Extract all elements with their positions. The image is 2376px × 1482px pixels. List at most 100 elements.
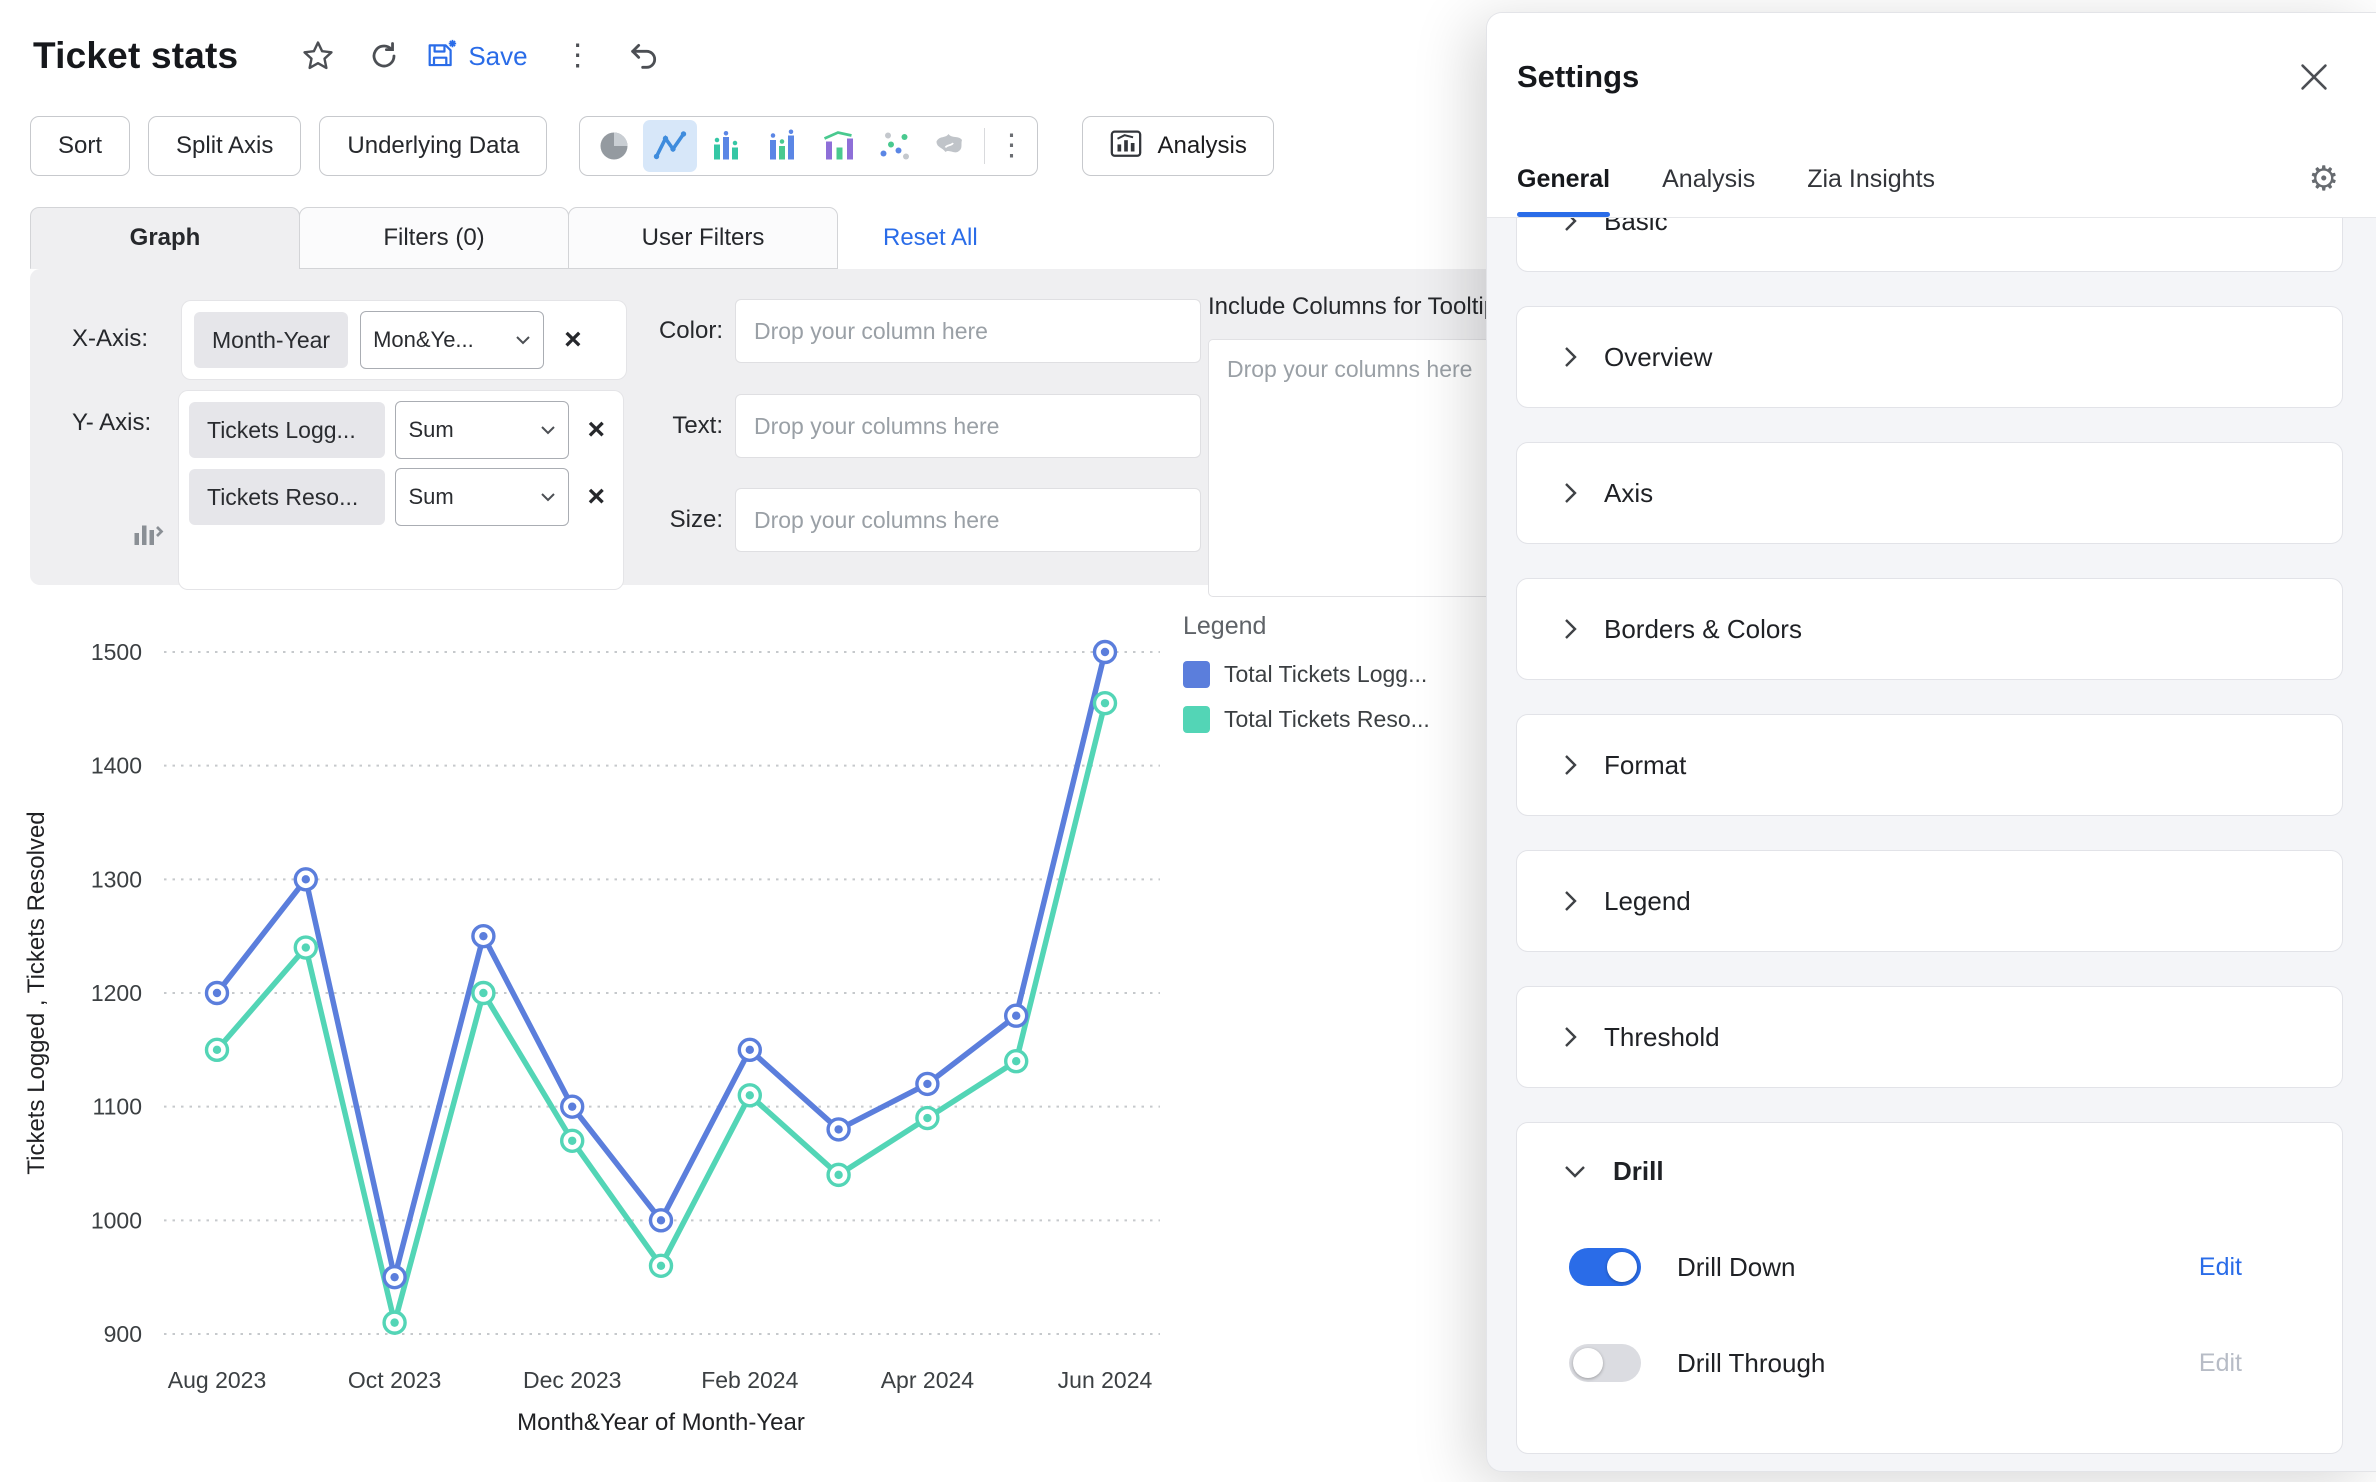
chevron-down-icon <box>540 492 556 502</box>
sort-button[interactable]: Sort <box>30 116 130 176</box>
remove-x-field-button[interactable]: × <box>556 325 590 355</box>
chart-type-group: ⋮ <box>579 116 1038 176</box>
analysis-button[interactable]: Analysis <box>1082 116 1273 176</box>
chevron-right-icon <box>1564 218 1577 232</box>
tab-user-filters[interactable]: User Filters <box>568 207 838 269</box>
y-field-chip[interactable]: Tickets Logg... <box>189 402 385 458</box>
analysis-icon <box>1109 126 1143 167</box>
drill-through-toggle[interactable] <box>1569 1344 1641 1382</box>
svg-text:Jun 2024: Jun 2024 <box>1058 1367 1153 1393</box>
svg-text:1100: 1100 <box>93 1094 142 1120</box>
x-field-chip[interactable]: Month-Year <box>194 312 348 368</box>
more-options-icon[interactable]: ⋮ <box>554 32 602 80</box>
drill-through-edit-link[interactable]: Edit <box>2199 1349 2242 1378</box>
svg-text:Oct 2023: Oct 2023 <box>348 1367 441 1393</box>
svg-text:Dec 2023: Dec 2023 <box>523 1367 621 1393</box>
chevron-right-icon <box>1564 754 1577 776</box>
svg-text:1300: 1300 <box>91 866 142 892</box>
gear-icon[interactable]: ⚙ <box>2309 162 2339 196</box>
combo-chart-icon[interactable] <box>811 120 865 172</box>
save-button[interactable]: Save <box>426 38 527 75</box>
drill-through-label: Drill Through <box>1677 1348 2199 1379</box>
section-format: Format <box>1516 714 2343 816</box>
favorite-star-icon[interactable] <box>294 32 342 80</box>
drill-down-row: Drill Down Edit <box>1517 1219 2342 1315</box>
save-label: Save <box>468 41 527 72</box>
y-field-chip[interactable]: Tickets Reso... <box>189 469 385 525</box>
split-axis-button[interactable]: Split Axis <box>148 116 301 176</box>
analysis-label: Analysis <box>1157 132 1246 160</box>
x-agg-select[interactable]: Mon&Ye... <box>360 311 544 369</box>
drill-down-label: Drill Down <box>1677 1252 2199 1283</box>
settings-tab-zia-insights[interactable]: Zia Insights <box>1807 141 1935 217</box>
include-columns-label: Include Columns for Tooltip <box>1208 293 1497 321</box>
line-chart-svg[interactable]: 900100011001200130014001500Aug 2023Oct 2… <box>0 598 1270 1478</box>
title-bar: Ticket stats Save ⋮ <box>33 24 686 88</box>
section-drill: Drill Drill Down Edit Drill Through Edit <box>1516 1122 2343 1454</box>
section-borders-colors: Borders & Colors <box>1516 578 2343 680</box>
legend-swatch <box>1183 661 1210 688</box>
chevron-down-icon <box>540 425 556 435</box>
settings-title: Settings <box>1517 59 2291 95</box>
color-label: Color: <box>603 317 723 345</box>
y-axis-label: Y- Axis: <box>72 409 151 437</box>
svg-text:Tickets Logged , Tickets Resol: Tickets Logged , Tickets Resolved <box>23 811 50 1174</box>
bar-chart-icon[interactable] <box>699 120 753 172</box>
legend-item[interactable]: Total Tickets Reso... <box>1183 706 1473 733</box>
mini-bar-chart-icon[interactable] <box>130 515 166 556</box>
text-label: Text: <box>603 412 723 440</box>
svg-text:Aug 2023: Aug 2023 <box>168 1367 266 1393</box>
section-basic: Basic <box>1516 218 2343 272</box>
legend-swatch <box>1183 706 1210 733</box>
map-chart-icon[interactable] <box>923 120 977 172</box>
section-legend: Legend <box>1516 850 2343 952</box>
svg-text:1500: 1500 <box>91 639 142 665</box>
scatter-chart-icon[interactable] <box>867 120 921 172</box>
section-threshold: Threshold <box>1516 986 2343 1088</box>
color-drop-input[interactable]: Drop your column here <box>735 299 1201 363</box>
drill-down-edit-link[interactable]: Edit <box>2199 1253 2242 1282</box>
underlying-data-button[interactable]: Underlying Data <box>319 116 547 176</box>
y-field-row: Tickets Logg... Sum × <box>189 401 613 459</box>
y-field-row: Tickets Reso... Sum × <box>189 468 613 526</box>
drill-through-row: Drill Through Edit <box>1517 1315 2342 1411</box>
app-root: Ticket stats Save ⋮ <box>0 0 2376 1482</box>
chevron-down-icon <box>1564 1165 1586 1178</box>
legend-item[interactable]: Total Tickets Logg... <box>1183 661 1473 688</box>
y-agg-select[interactable]: Sum <box>395 468 569 526</box>
tab-filters[interactable]: Filters (0) <box>299 207 569 269</box>
settings-tab-analysis[interactable]: Analysis <box>1662 141 1755 217</box>
settings-header: Settings <box>1487 13 2376 141</box>
save-icon <box>426 38 458 75</box>
refresh-icon[interactable] <box>360 32 408 80</box>
x-axis-field-pill: Month-Year Mon&Ye... × <box>182 301 626 379</box>
size-drop-input[interactable]: Drop your columns here <box>735 488 1201 552</box>
settings-panel: Settings General Analysis Zia Insights ⚙… <box>1486 12 2376 1472</box>
chevron-right-icon <box>1564 890 1577 912</box>
toolbar-divider <box>984 128 985 164</box>
section-axis: Axis <box>1516 442 2343 544</box>
chevron-right-icon <box>1564 618 1577 640</box>
settings-tab-general[interactable]: General <box>1517 141 1610 217</box>
drill-down-toggle[interactable] <box>1569 1248 1641 1286</box>
pie-chart-icon[interactable] <box>587 120 641 172</box>
y-agg-select[interactable]: Sum <box>395 401 569 459</box>
reset-all-link[interactable]: Reset All <box>883 207 978 269</box>
undo-icon[interactable] <box>620 32 668 80</box>
chevron-down-icon <box>515 335 531 345</box>
chart-toolbar: Sort Split Axis Underlying Data <box>30 116 1274 176</box>
line-chart-icon[interactable] <box>643 120 697 172</box>
column-chart-icon[interactable] <box>755 120 809 172</box>
settings-content: Basic Overview Axis Borders & Colors <box>1487 218 2376 1471</box>
text-drop-input[interactable]: Drop your columns here <box>735 394 1201 458</box>
svg-text:1200: 1200 <box>91 980 142 1006</box>
chevron-right-icon <box>1564 482 1577 504</box>
close-icon[interactable] <box>2291 54 2337 100</box>
svg-text:Feb 2024: Feb 2024 <box>701 1367 798 1393</box>
section-overview: Overview <box>1516 306 2343 408</box>
more-chart-types-icon[interactable]: ⋮ <box>992 120 1030 172</box>
svg-text:900: 900 <box>104 1321 142 1347</box>
tab-graph[interactable]: Graph <box>30 207 300 269</box>
y-axis-field-group: Tickets Logg... Sum × Tickets Reso... Su… <box>179 391 623 589</box>
svg-text:1400: 1400 <box>91 753 142 779</box>
